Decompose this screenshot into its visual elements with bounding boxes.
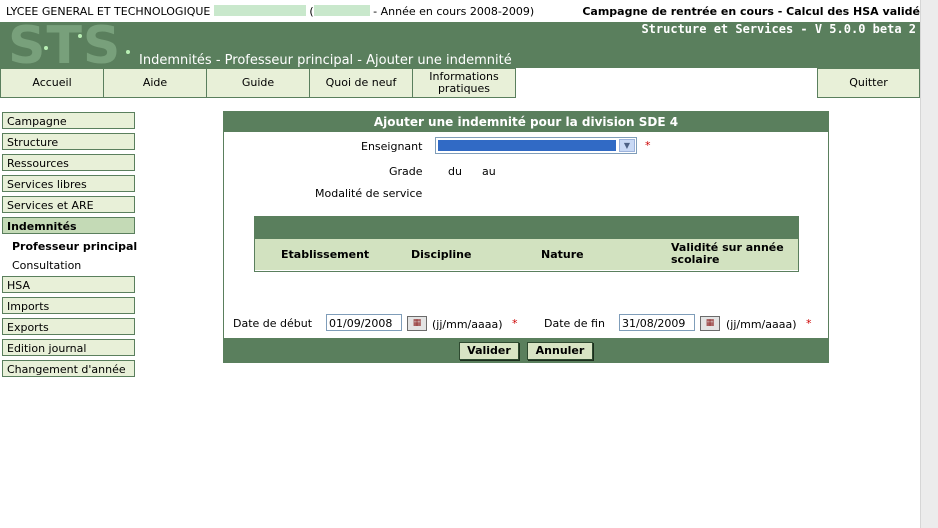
add-indemnity-form: Ajouter une indemnité pour la division S…: [223, 111, 829, 363]
sidebar-item-edition-journal[interactable]: Edition journal: [2, 339, 135, 356]
menu-guide-label: Guide: [241, 76, 275, 89]
grade-au-label: au: [482, 165, 496, 178]
menu-informations-pratiques[interactable]: Informations pratiques: [412, 68, 516, 98]
sidebar-item-exports[interactable]: Exports: [2, 318, 135, 335]
redacted-school-name: [213, 5, 306, 16]
sidebar-item-services-libres[interactable]: Services libres: [2, 175, 135, 192]
sidebar-sub-consultation[interactable]: Consultation: [12, 259, 81, 272]
date-debut-format: (jj/mm/aaaa): [432, 318, 503, 331]
required-marker: *: [512, 317, 518, 330]
required-marker: *: [645, 139, 651, 152]
sidebar-item-services-are[interactable]: Services et ARE: [2, 196, 135, 213]
required-marker: *: [806, 317, 812, 330]
table-header-row: Etablissement Discipline Nature Validité…: [255, 239, 798, 270]
table-title-bar: [255, 217, 798, 239]
date-fin-input[interactable]: 31/08/2009: [619, 314, 695, 331]
sidebar-item-imports[interactable]: Imports: [2, 297, 135, 314]
form-actions: Valider Annuler: [224, 338, 828, 362]
date-debut-input[interactable]: 01/09/2008: [326, 314, 402, 331]
menu-accueil-label: Accueil: [32, 76, 72, 89]
menu-quoi-de-neuf-label: Quoi de neuf: [325, 76, 397, 89]
valider-button[interactable]: Valider: [459, 342, 519, 360]
sidebar-item-ressources[interactable]: Ressources: [2, 154, 135, 171]
app-version: Structure et Services - V 5.0.0 beta 2: [641, 22, 916, 36]
date-fin-format: (jj/mm/aaaa): [726, 318, 797, 331]
menu-guide[interactable]: Guide: [206, 68, 310, 98]
enseignant-label: Enseignant: [361, 140, 423, 153]
calendar-icon[interactable]: ▦: [700, 316, 720, 331]
enseignant-select[interactable]: ▼: [435, 137, 637, 154]
sidebar-item-indemnites[interactable]: Indemnités: [2, 217, 135, 234]
sidebar-sub-professeur-principal[interactable]: Professeur principal: [12, 240, 137, 253]
page-title: Indemnités - Professeur principal - Ajou…: [139, 53, 512, 68]
menu-info-line2: pratiques: [437, 82, 491, 95]
campaign-status: Campagne de rentrée en cours - Calcul de…: [582, 5, 920, 18]
school-info: LYCEE GENERAL ET TECHNOLOGIQUE ( - Année…: [6, 5, 534, 18]
form-title: Ajouter une indemnité pour la division S…: [224, 112, 828, 132]
sidebar-item-hsa[interactable]: HSA: [2, 276, 135, 293]
date-fin-label: Date de fin: [544, 317, 605, 330]
chevron-down-icon[interactable]: ▼: [619, 139, 635, 152]
enseignant-selected-value: [438, 140, 616, 151]
sts-logo: STS: [4, 22, 132, 68]
date-debut-label: Date de début: [233, 317, 313, 330]
col-validite: Validité sur année scolaire: [671, 241, 784, 266]
menu-aide[interactable]: Aide: [103, 68, 207, 98]
grade-label: Grade: [389, 165, 423, 178]
menu-quoi-de-neuf[interactable]: Quoi de neuf: [309, 68, 413, 98]
menu-quitter-label: Quitter: [849, 76, 888, 89]
menu-quitter[interactable]: Quitter: [817, 68, 920, 98]
top-info-bar: LYCEE GENERAL ET TECHNOLOGIQUE ( - Année…: [0, 0, 938, 22]
services-table: Etablissement Discipline Nature Validité…: [254, 216, 799, 272]
modalite-service-label: Modalité de service: [315, 187, 423, 200]
col-etablissement: Etablissement: [281, 248, 370, 261]
calendar-icon[interactable]: ▦: [407, 316, 427, 331]
main-menu: Accueil Aide Guide Quoi de neuf Informat…: [0, 68, 920, 98]
menu-accueil[interactable]: Accueil: [0, 68, 104, 98]
sidebar-item-campagne[interactable]: Campagne: [2, 112, 135, 129]
school-name: LYCEE GENERAL ET TECHNOLOGIQUE: [6, 5, 211, 18]
logo-dot: [126, 50, 130, 54]
annuler-button[interactable]: Annuler: [527, 342, 593, 360]
logo-dot: [78, 34, 82, 38]
scrollbar-strip[interactable]: [920, 0, 938, 528]
menu-aide-label: Aide: [142, 76, 168, 89]
logo-dot: [44, 46, 48, 50]
school-year: - Année en cours 2008-2009): [373, 5, 535, 18]
sidebar-item-structure[interactable]: Structure: [2, 133, 135, 150]
grade-du-label: du: [448, 165, 462, 178]
col-discipline: Discipline: [411, 248, 472, 261]
redacted-school-code: [313, 5, 370, 16]
sidebar-item-changement-annee[interactable]: Changement d'année: [2, 360, 135, 377]
logo-text: STS: [8, 22, 122, 68]
col-nature: Nature: [541, 248, 584, 261]
